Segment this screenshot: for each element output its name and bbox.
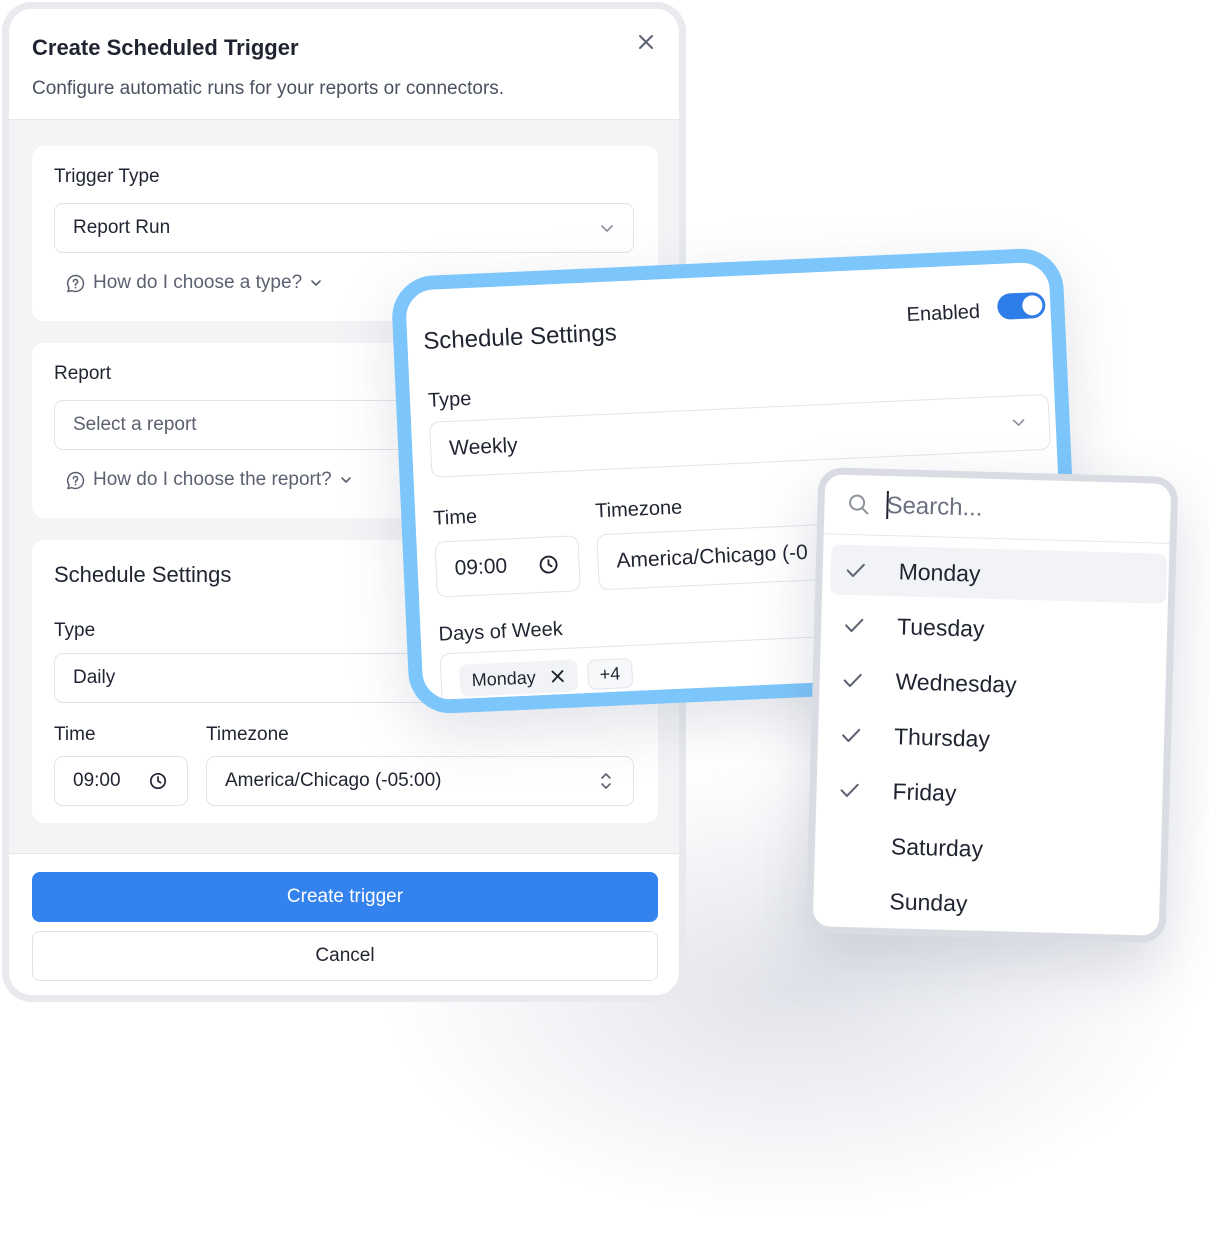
chevron-updown-icon xyxy=(601,773,611,789)
day-option-label: Wednesday xyxy=(895,668,1017,698)
search-icon xyxy=(849,494,869,515)
trigger-type-label: Trigger Type xyxy=(54,166,160,187)
close-icon[interactable] xyxy=(635,31,657,53)
create-trigger-button[interactable]: Create trigger xyxy=(32,872,658,922)
chevron-down-icon xyxy=(311,280,321,286)
popout-time-label: Time xyxy=(432,505,478,530)
search-input[interactable] xyxy=(884,487,1149,532)
trigger-type-help-text: How do I choose a type? xyxy=(93,272,303,293)
day-option-label: Monday xyxy=(898,558,981,587)
day-option-label: Tuesday xyxy=(896,613,985,642)
day-chip: Monday xyxy=(459,659,579,697)
chevron-down-icon xyxy=(340,477,351,483)
schedule-type-value: Daily xyxy=(73,667,116,688)
dialog-footer: Create trigger Cancel xyxy=(9,853,679,995)
help-chat-icon xyxy=(66,471,85,489)
day-option-saturday[interactable]: Saturday xyxy=(822,819,1159,878)
check-icon xyxy=(845,618,864,633)
time-value: 09:00 xyxy=(73,770,121,791)
help-chat-icon xyxy=(66,274,85,292)
dialog-title: Create Scheduled Trigger xyxy=(32,35,299,60)
dropdown-search xyxy=(823,474,1172,544)
day-option-label: Thursday xyxy=(893,723,991,752)
schedule-settings-title: Schedule Settings xyxy=(54,562,232,587)
day-option-tuesday[interactable]: Tuesday xyxy=(828,599,1165,658)
more-days-badge[interactable]: +4 xyxy=(587,657,633,690)
popout-type-select[interactable]: Weekly xyxy=(429,393,1051,478)
enabled-toggle[interactable] xyxy=(996,291,1046,320)
chevron-down-icon xyxy=(1012,419,1025,426)
day-option-label: Saturday xyxy=(890,833,984,862)
dialog-subtitle: Configure automatic runs for your report… xyxy=(32,78,505,99)
popout-type-label: Type xyxy=(427,387,472,412)
schedule-type-label: Type xyxy=(54,620,96,641)
popout-time-value: 09:00 xyxy=(454,554,508,580)
check-icon xyxy=(842,728,861,743)
toggle-knob xyxy=(1021,294,1043,316)
time-label: Time xyxy=(54,724,96,745)
timezone-value: America/Chicago (-05:00) xyxy=(225,770,442,791)
chevron-down-icon xyxy=(601,225,613,232)
day-option-thursday[interactable]: Thursday xyxy=(825,709,1162,768)
popout-timezone-value: America/Chicago (-0 xyxy=(615,540,809,573)
time-input[interactable]: 09:00 xyxy=(54,756,188,806)
trigger-type-help-link[interactable]: How do I choose a type? xyxy=(65,272,323,294)
day-option-sunday[interactable]: Sunday xyxy=(821,874,1158,933)
day-option-friday[interactable]: Friday xyxy=(824,764,1161,823)
cancel-button[interactable]: Cancel xyxy=(32,931,658,981)
days-of-week-label: Days of Week xyxy=(438,618,564,646)
day-option-label: Friday xyxy=(892,778,957,807)
timezone-select[interactable]: America/Chicago (-05:00) xyxy=(206,756,634,806)
report-help-text: How do I choose the report? xyxy=(93,469,332,490)
day-option-label: Sunday xyxy=(889,888,968,917)
dialog-header: Create Scheduled Trigger Configure autom… xyxy=(9,9,679,120)
day-chip-label: Monday xyxy=(471,666,537,690)
enabled-label: Enabled xyxy=(906,300,981,327)
popout-type-value: Weekly xyxy=(448,433,519,460)
popout-timezone-label: Timezone xyxy=(594,496,683,523)
check-icon xyxy=(843,673,862,688)
check-icon xyxy=(840,783,859,797)
timezone-label: Timezone xyxy=(206,724,289,745)
report-label: Report xyxy=(54,363,112,384)
day-option-monday[interactable]: Monday xyxy=(830,544,1168,604)
popout-title: Schedule Settings xyxy=(422,319,618,356)
trigger-type-select[interactable]: Report Run xyxy=(54,203,634,253)
check-icon xyxy=(846,563,865,578)
report-help-link[interactable]: How do I choose the report? xyxy=(65,469,353,491)
report-placeholder: Select a report xyxy=(73,414,197,435)
day-option-wednesday[interactable]: Wednesday xyxy=(827,654,1164,713)
clock-icon xyxy=(149,772,167,790)
days-dropdown: Monday Tuesday Wednesday Thursday Friday Satu… xyxy=(805,467,1179,943)
remove-chip-icon[interactable] xyxy=(549,668,566,685)
clock-icon xyxy=(539,555,558,574)
trigger-type-value: Report Run xyxy=(73,217,171,238)
popout-time-input[interactable]: 09:00 xyxy=(434,535,581,598)
